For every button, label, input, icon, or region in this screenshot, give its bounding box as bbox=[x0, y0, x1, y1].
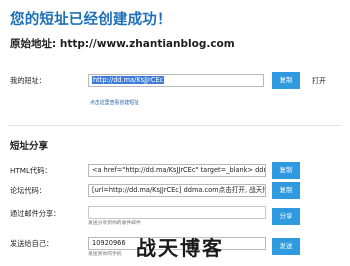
view-short-url-link[interactable]: 点击这里查看创建短址 bbox=[90, 99, 139, 106]
original-url: 原始地址: http://www.zhantianblog.com bbox=[10, 38, 235, 50]
send-self-label: 发送给自己： bbox=[10, 239, 54, 248]
short-url-field[interactable]: http://dd.ma/KsJJrCEc bbox=[88, 74, 264, 87]
short-url-value: http://dd.ma/KsJJrCEc bbox=[92, 76, 165, 84]
copy-html-button[interactable]: 复制 bbox=[272, 162, 300, 179]
send-self-hint: 发送到你的手机 bbox=[88, 252, 122, 257]
watermark: 战天博客 bbox=[136, 232, 246, 262]
copy-forum-button[interactable]: 复制 bbox=[272, 182, 300, 199]
email-share-button[interactable]: 分享 bbox=[272, 208, 300, 225]
html-code-field[interactable]: <a href="http://dd.ma/KsJJrCEc" target=_… bbox=[88, 164, 266, 177]
page-title: 您的短址已经创建成功！ bbox=[10, 12, 172, 28]
forum-code-field[interactable]: [url=http://dd.ma/KsJJrCEc] ddma.com点击打开… bbox=[88, 184, 266, 197]
email-share-label: 通过邮件分享： bbox=[10, 209, 61, 218]
watermark-text: 战天博客 bbox=[136, 236, 224, 260]
email-share-hint: 发送分享到你的收件邮件 bbox=[88, 221, 141, 226]
send-self-button[interactable]: 发送 bbox=[272, 238, 300, 255]
forum-code-label: 论坛代码： bbox=[10, 186, 46, 195]
short-url-label: 我的短址： bbox=[10, 76, 46, 85]
share-section-title: 短址分享 bbox=[10, 141, 49, 152]
section-divider bbox=[8, 125, 342, 126]
html-code-label: HTML代码： bbox=[10, 166, 52, 175]
html-code-value: <a href="http://dd.ma/KsJJrCEc" target=_… bbox=[92, 166, 266, 174]
email-share-field[interactable] bbox=[88, 206, 266, 219]
open-link[interactable]: 打开 bbox=[312, 76, 326, 86]
send-self-value: 10920966 bbox=[92, 239, 126, 247]
copy-short-url-button[interactable]: 复制 bbox=[272, 72, 300, 89]
forum-code-value: [url=http://dd.ma/KsJJrCEc] ddma.com点击打开… bbox=[92, 186, 266, 194]
